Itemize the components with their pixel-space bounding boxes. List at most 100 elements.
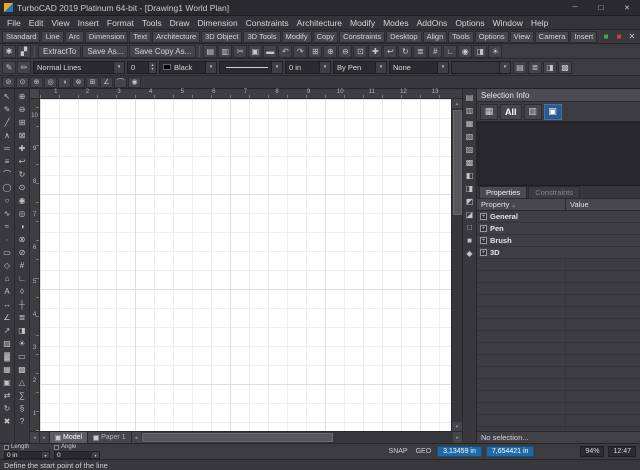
toolbar-tab[interactable]: 3D Object — [201, 31, 242, 43]
toolbar-tab[interactable]: Text — [129, 31, 151, 43]
hatch-icon[interactable]: ▨ — [1, 337, 14, 350]
scroll-left-icon[interactable] — [132, 432, 141, 443]
menu-item[interactable]: Draw — [166, 18, 194, 28]
vertical-scrollbar[interactable] — [451, 99, 462, 431]
zoom-level[interactable]: 94% — [580, 446, 604, 457]
menu-item[interactable]: AddOns — [413, 18, 452, 28]
brush-pattern-combo[interactable]: None — [389, 61, 449, 74]
deselect-icon[interactable]: ▦ — [480, 104, 498, 120]
chevron-down-icon[interactable] — [437, 62, 448, 73]
layers-palette-icon[interactable]: ■ — [463, 234, 476, 247]
menu-item[interactable]: Window — [489, 18, 527, 28]
materials-icon[interactable]: ◨ — [16, 324, 29, 337]
gradient-icon[interactable]: ▓ — [1, 350, 14, 363]
snap-angle-icon[interactable]: ∠ — [100, 77, 113, 88]
undo-icon[interactable]: ↶ — [278, 45, 292, 58]
menu-item[interactable]: Modify — [346, 18, 379, 28]
menu-item[interactable]: Modes — [379, 18, 413, 28]
field-lock-icon[interactable] — [4, 445, 9, 450]
no-snap-icon[interactable]: ⊘ — [2, 77, 15, 88]
scroll-right-icon[interactable] — [453, 432, 462, 443]
menu-item[interactable]: Dimension — [194, 18, 242, 28]
rotated-rectangle-icon[interactable]: ◇ — [1, 259, 14, 272]
pen-color-combo[interactable]: Black — [159, 61, 217, 74]
record-icon[interactable]: ■ — [613, 31, 625, 43]
snap-vertex-icon[interactable]: ⊙ — [16, 77, 29, 88]
copy-icon[interactable]: ▣ — [248, 45, 262, 58]
angle-input[interactable]: 0 — [54, 451, 100, 459]
horizontal-scrollbar[interactable] — [132, 432, 462, 443]
refresh-icon[interactable]: ↻ — [398, 45, 412, 58]
pen-width-spinner[interactable]: 0 — [127, 61, 157, 74]
menu-item[interactable]: Options — [451, 18, 488, 28]
snap-quadrant-icon[interactable]: ◑ — [58, 77, 71, 88]
database-icon[interactable]: ◨ — [463, 182, 476, 195]
workplane-icon[interactable]: ◊ — [16, 285, 29, 298]
expand-icon[interactable] — [480, 249, 487, 256]
pen-table-icon[interactable]: ▤ — [513, 61, 527, 74]
expand-icon[interactable] — [480, 225, 487, 232]
chevron-down-icon[interactable] — [271, 62, 282, 73]
expand-icon[interactable] — [480, 213, 487, 220]
y-coordinate-field[interactable]: 7,654421 in — [486, 446, 535, 457]
show-properties-icon[interactable]: ▥ — [524, 104, 542, 120]
measurement-icon[interactable]: ▨ — [463, 143, 476, 156]
calculator-icon[interactable]: ∑ — [16, 389, 29, 402]
toolbar-tab[interactable]: Line — [41, 31, 63, 43]
spinner-arrows-icon[interactable] — [148, 62, 156, 73]
workspace-green-icon[interactable]: ■ — [600, 31, 612, 43]
selection-list[interactable] — [477, 122, 640, 186]
script-icon[interactable]: § — [16, 402, 29, 415]
rotate-icon[interactable]: ↻ — [1, 402, 14, 415]
toolbar-tab[interactable]: Align — [423, 31, 448, 43]
print-preview-icon[interactable]: ▥ — [218, 45, 232, 58]
close-toolbar-icon[interactable]: ✕ — [626, 31, 638, 43]
pan-icon[interactable]: ✚ — [16, 142, 29, 155]
menu-item[interactable]: Insert — [74, 18, 103, 28]
ucs-icon[interactable]: ┼ — [16, 298, 29, 311]
snap-vertex-icon[interactable]: ⊙ — [16, 181, 29, 194]
snap-intersection-icon[interactable]: ⊗ — [72, 77, 85, 88]
menu-item[interactable]: Tools — [138, 18, 166, 28]
text-icon[interactable]: A — [1, 285, 14, 298]
polyline-icon[interactable]: ∧ — [1, 129, 14, 142]
calculator-icon[interactable]: ▩ — [463, 156, 476, 169]
zoom-window-icon[interactable]: ⊞ — [16, 116, 29, 129]
snap-intersection-icon[interactable]: ⊗ — [16, 233, 29, 246]
line-pattern-combo[interactable] — [219, 61, 283, 74]
toolbar-tab[interactable]: 3D Tools — [243, 31, 280, 43]
snap-grid-icon[interactable]: # — [16, 259, 29, 272]
redo-icon[interactable]: ↷ — [293, 45, 307, 58]
snap-nearest-icon[interactable]: ⊘ — [16, 246, 29, 259]
toolbar-tab[interactable]: Desktop — [386, 31, 422, 43]
property-category-row[interactable]: 3D — [477, 247, 640, 259]
expand-icon[interactable] — [480, 237, 487, 244]
bezier-icon[interactable]: ≈ — [1, 220, 14, 233]
lights-icon[interactable]: ☀ — [16, 337, 29, 350]
tab-paper-1[interactable]: Paper 1 — [88, 432, 132, 443]
toolbar-tab[interactable]: Constraints — [339, 31, 385, 43]
cut-icon[interactable]: ✂ — [233, 45, 247, 58]
line-icon[interactable]: ╱ — [1, 116, 14, 129]
angle-dimension-icon[interactable]: ∠ — [1, 311, 14, 324]
redraw-icon[interactable]: ↻ — [16, 168, 29, 181]
close-button[interactable] — [614, 0, 640, 15]
maximize-button[interactable] — [588, 0, 614, 15]
zoom-window-icon[interactable]: ⊞ — [308, 45, 322, 58]
rectangle-icon[interactable]: ▭ — [1, 246, 14, 259]
field-lock-icon[interactable] — [54, 445, 59, 450]
spline-icon[interactable]: ∿ — [1, 207, 14, 220]
render-icon[interactable]: ▩ — [16, 363, 29, 376]
toolbar-tab[interactable]: Standard — [2, 31, 40, 43]
chevron-down-icon[interactable] — [375, 62, 386, 73]
pan-icon[interactable]: ✚ — [368, 45, 382, 58]
select-icon[interactable]: ↖ — [1, 90, 14, 103]
line-width-combo[interactable]: 0 in — [285, 61, 331, 74]
tab-scroll-right-icon[interactable] — [40, 432, 50, 443]
layers-icon[interactable]: ≣ — [413, 45, 427, 58]
snap-tangent-icon[interactable]: ⌒ — [114, 77, 127, 88]
toolbar-text-button[interactable]: ExtractTo — [38, 45, 81, 58]
render-style-icon[interactable]: ▩ — [558, 61, 572, 74]
snap-midpoint-icon[interactable]: ⊕ — [30, 77, 43, 88]
toolbar-tab[interactable]: View — [510, 31, 534, 43]
